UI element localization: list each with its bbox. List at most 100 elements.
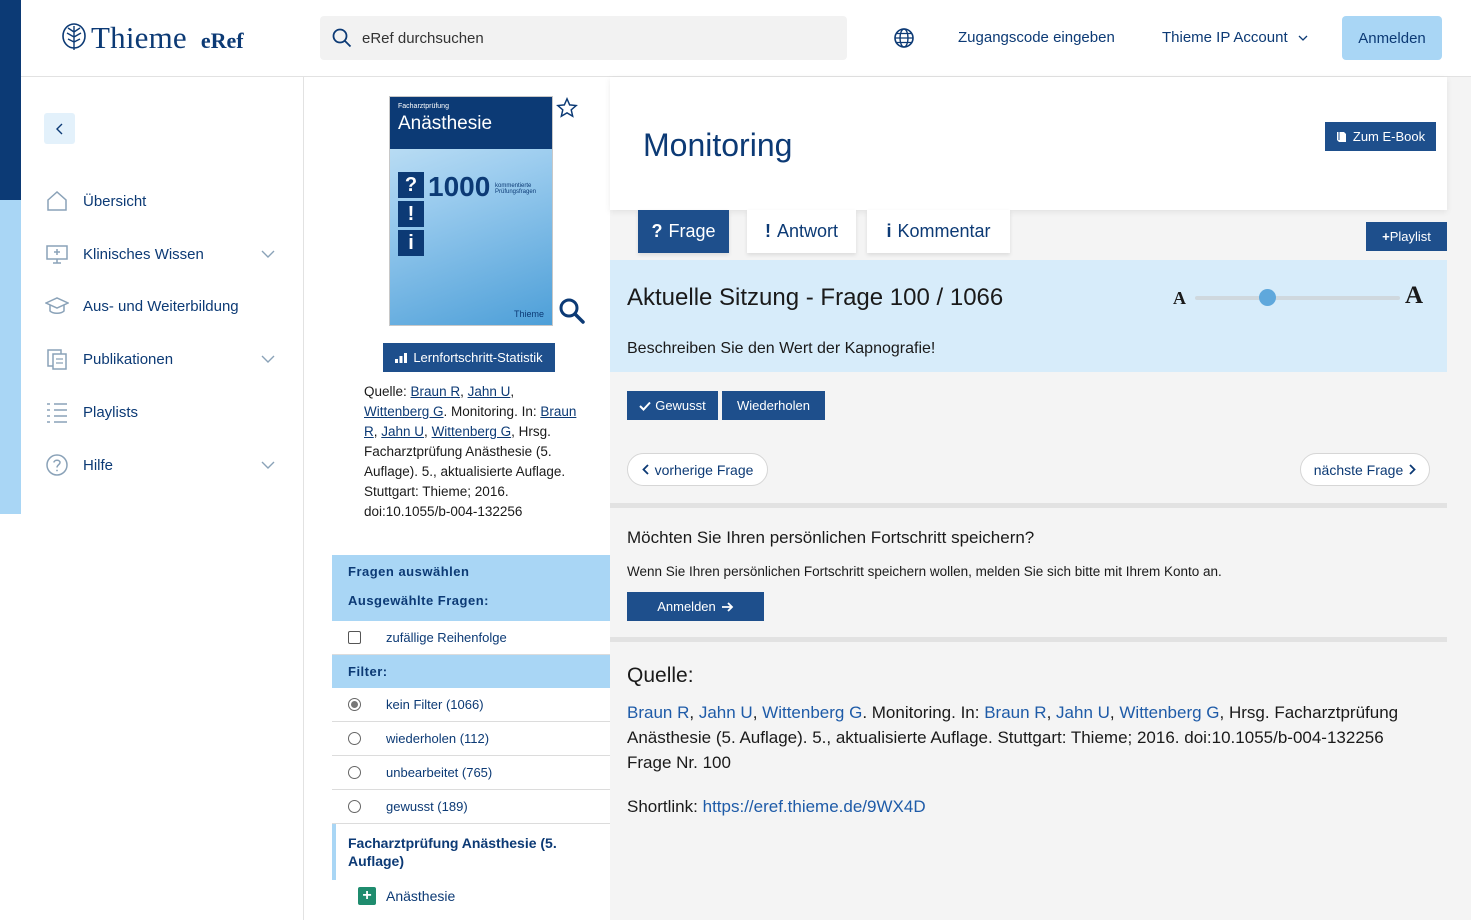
filter-label: unbearbeitet (765) bbox=[386, 765, 493, 780]
filter-option-known[interactable]: gewusst (189) bbox=[332, 790, 610, 824]
learning-stats-button[interactable]: Lernfortschritt-Statistik bbox=[383, 343, 555, 372]
search-icon bbox=[332, 28, 352, 48]
author-link[interactable]: Braun R bbox=[411, 384, 461, 399]
author-link[interactable]: Jahn U bbox=[468, 384, 511, 399]
shortlink: Shortlink: https://eref.thieme.de/9WX4D bbox=[627, 797, 926, 817]
author-link[interactable]: Wittenberg G bbox=[762, 703, 862, 722]
font-size-slider[interactable] bbox=[1195, 289, 1400, 306]
tab-label: Kommentar bbox=[897, 221, 991, 241]
account-dropdown[interactable]: Thieme IP Account bbox=[1162, 29, 1308, 46]
globe-icon[interactable] bbox=[893, 27, 915, 49]
filter-radio[interactable] bbox=[348, 698, 361, 711]
author-link[interactable]: Jahn U bbox=[699, 703, 753, 722]
filter-option-unprocessed[interactable]: unbearbeitet (765) bbox=[332, 756, 610, 790]
plus-icon: + bbox=[1382, 229, 1390, 244]
exclamation-glyph: ! bbox=[764, 221, 771, 241]
checkmark-icon bbox=[639, 401, 651, 411]
repeat-button[interactable]: Wiederholen bbox=[722, 391, 825, 420]
chapter-label: Anästhesie bbox=[386, 888, 456, 904]
font-size-slider-thumb[interactable] bbox=[1258, 289, 1276, 306]
documents-icon bbox=[47, 349, 67, 370]
sidebar-item-publications[interactable]: Publikationen bbox=[45, 344, 275, 374]
author-link[interactable]: Braun R bbox=[627, 703, 689, 722]
random-order-checkbox[interactable] bbox=[348, 631, 361, 644]
sidebar-item-overview[interactable]: Übersicht bbox=[45, 186, 275, 216]
sidebar-item-playlists[interactable]: Playlists bbox=[45, 397, 275, 427]
editor-link[interactable]: Braun R bbox=[984, 703, 1046, 722]
filter-label: gewusst (189) bbox=[386, 799, 468, 814]
cover-symbols: ? ! i bbox=[398, 172, 424, 256]
source-citation: Braun R, Jahn U, Wittenberg G. Monitorin… bbox=[627, 703, 1399, 772]
cover-header: Facharztprüfung Anästhesie bbox=[390, 97, 552, 149]
search-input[interactable] bbox=[362, 29, 822, 47]
tab-answer[interactable]: ! Antwort bbox=[747, 210, 856, 253]
logo-product: eRef bbox=[200, 28, 244, 53]
filter-option-repeat[interactable]: wiederholen (112) bbox=[332, 722, 610, 756]
tab-label: Antwort bbox=[776, 221, 839, 241]
editor-link[interactable]: Jahn U bbox=[1056, 703, 1110, 722]
filter-radio[interactable] bbox=[348, 766, 361, 779]
tree-logo-icon bbox=[62, 23, 86, 50]
sidebar-item-clinical-knowledge[interactable]: Klinisches Wissen bbox=[45, 239, 275, 269]
star-icon[interactable] bbox=[556, 97, 578, 119]
cover-brand: Thieme bbox=[513, 309, 544, 319]
chevron-down-icon[interactable] bbox=[261, 355, 275, 363]
editor-link[interactable]: Wittenberg G bbox=[432, 424, 512, 439]
book-icon bbox=[1336, 131, 1346, 142]
filter-header: Filter: bbox=[332, 655, 610, 688]
filter-radio[interactable] bbox=[348, 732, 361, 745]
expand-plus-icon[interactable]: + bbox=[358, 887, 376, 905]
magnifier-icon[interactable] bbox=[558, 297, 586, 325]
next-question-button[interactable]: nächste Frage bbox=[1300, 453, 1430, 486]
collapse-sidebar-button[interactable] bbox=[44, 113, 75, 144]
login-button[interactable]: Anmelden bbox=[1342, 16, 1442, 60]
chevron-down-icon[interactable] bbox=[261, 461, 275, 469]
sidebar-item-help[interactable]: Hilfe bbox=[45, 450, 275, 480]
sidebar-item-education[interactable]: Aus- und Weiterbildung bbox=[45, 291, 275, 321]
question-glyph: ? bbox=[651, 221, 663, 241]
filter-option-none[interactable]: kein Filter (1066) bbox=[332, 688, 610, 722]
font-size-small-label: A bbox=[1173, 288, 1186, 308]
shortlink-url[interactable]: https://eref.thieme.de/9WX4D bbox=[703, 797, 926, 816]
author-link[interactable]: Wittenberg G bbox=[364, 404, 444, 419]
learning-stats-label: Lernfortschritt-Statistik bbox=[413, 350, 543, 365]
filter-radio[interactable] bbox=[348, 800, 361, 813]
cover-exclamation: ! bbox=[398, 201, 424, 227]
arrow-right-icon bbox=[721, 601, 734, 612]
cover-title: Anästhesie bbox=[398, 113, 493, 134]
chevron-down-icon[interactable] bbox=[261, 250, 275, 258]
random-order-option[interactable]: zufällige Reihenfolge bbox=[332, 621, 610, 655]
source-text: . Monitoring. In: bbox=[443, 404, 537, 419]
header: Thieme eRef Zugangscode eingeben Thieme … bbox=[21, 0, 1471, 77]
search-bar[interactable] bbox=[320, 16, 847, 60]
book-section-title[interactable]: Facharztprüfung Anästhesie (5. Auflage) bbox=[332, 824, 610, 880]
add-playlist-button[interactable]: +Playlist bbox=[1366, 222, 1447, 251]
chevron-right-icon bbox=[1409, 464, 1417, 475]
progress-login-label: Anmelden bbox=[657, 599, 716, 614]
tab-comment[interactable]: i Kommentar bbox=[867, 210, 1010, 253]
to-ebook-label: Zum E-Book bbox=[1352, 129, 1426, 144]
editor-link[interactable]: Jahn U bbox=[381, 424, 424, 439]
info-glyph: i bbox=[886, 221, 892, 241]
thieme-logo[interactable]: Thieme eRef bbox=[61, 20, 244, 56]
book-cover[interactable]: Facharztprüfung Anästhesie ? ! i 1000 ko… bbox=[389, 96, 553, 326]
known-button[interactable]: Gewusst bbox=[627, 391, 718, 420]
access-code-link[interactable]: Zugangscode eingeben bbox=[958, 29, 1115, 46]
playlist-label: Playlist bbox=[1389, 229, 1431, 244]
chapter-tree-item[interactable]: + Anästhesie bbox=[332, 880, 610, 912]
session-panel: Aktuelle Sitzung - Frage 100 / 1066 A A … bbox=[610, 260, 1447, 372]
to-ebook-button[interactable]: Zum E-Book bbox=[1325, 122, 1436, 151]
session-title: Aktuelle Sitzung - Frage 100 / 1066 bbox=[627, 284, 1004, 311]
progress-login-button[interactable]: Anmelden bbox=[627, 592, 764, 621]
previous-question-button[interactable]: vorherige Frage bbox=[627, 453, 768, 486]
cover-tagline: kommentierte Prüfungsfragen bbox=[495, 183, 537, 195]
cover-number: 1000 bbox=[428, 171, 491, 202]
citation-text: . Monitoring. In: bbox=[862, 703, 980, 722]
title-card: Monitoring Zum E-Book bbox=[610, 77, 1447, 210]
editor-link[interactable]: Wittenberg G bbox=[1119, 703, 1219, 722]
sidebar-accent-top bbox=[0, 0, 21, 200]
filter-label: kein Filter (1066) bbox=[386, 697, 484, 712]
question-text: Beschreiben Sie den Wert der Kapnografie… bbox=[627, 340, 936, 357]
sidebar-item-label: Klinisches Wissen bbox=[83, 245, 204, 263]
tab-question[interactable]: ? Frage bbox=[638, 210, 729, 253]
